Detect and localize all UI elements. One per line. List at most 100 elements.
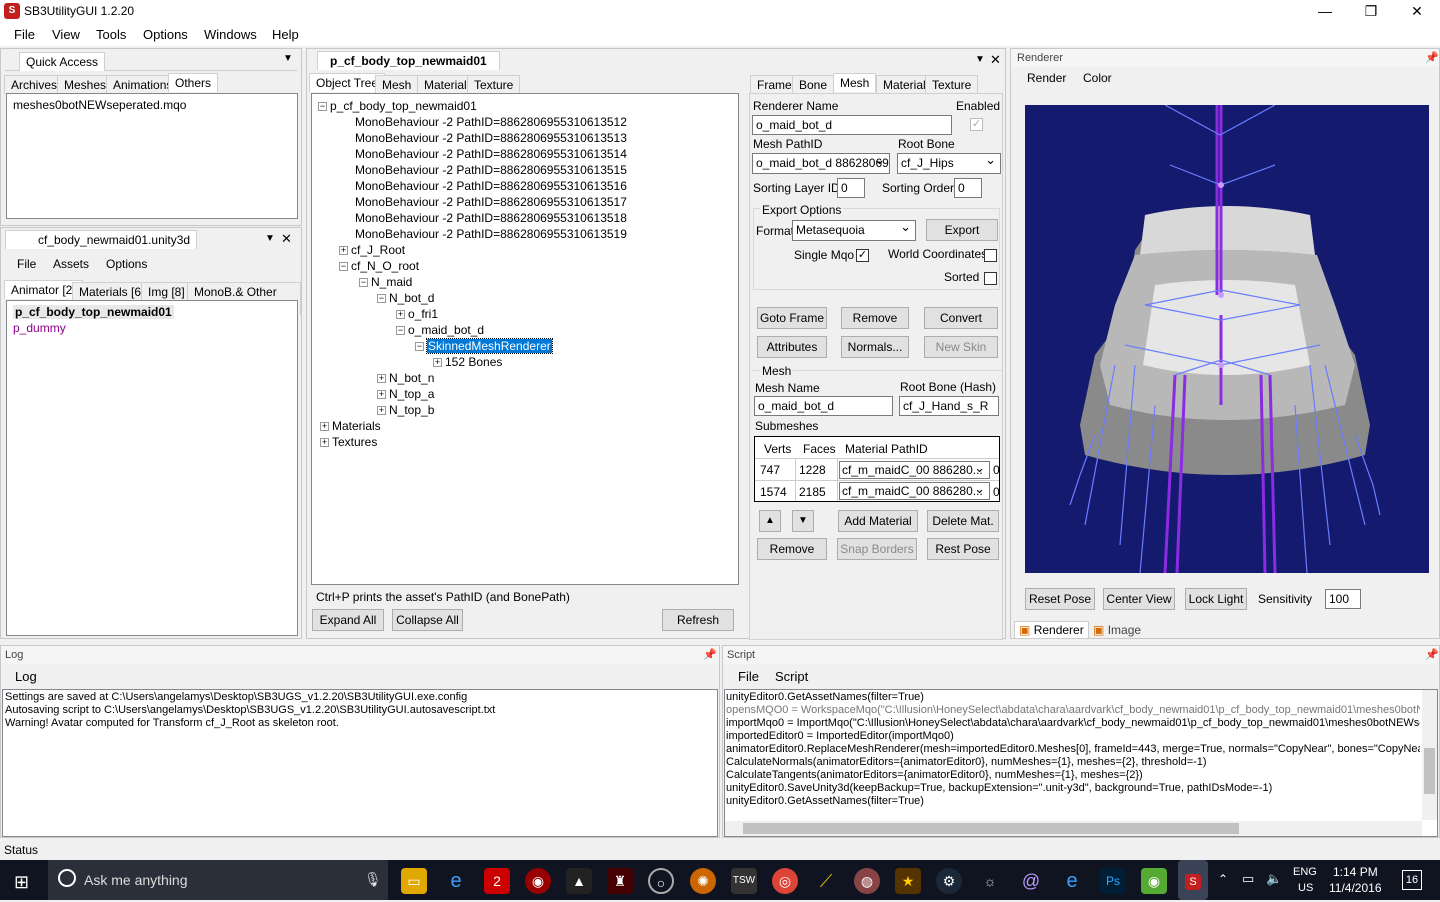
app-icon[interactable]: ◍ <box>854 868 880 894</box>
log-textbox[interactable]: Settings are saved at C:\Users\angelamys… <box>2 689 718 837</box>
renderer-name-field[interactable]: o_maid_bot_d <box>752 115 952 135</box>
horizontal-scrollbar[interactable] <box>725 821 1422 836</box>
menu-options[interactable]: Options <box>106 257 147 271</box>
tree-item[interactable]: MonoBehaviour -2 PathID=8862806955310613… <box>355 146 627 162</box>
format-select[interactable]: Metasequoia <box>792 220 916 241</box>
mesh-pathid-select[interactable]: o_maid_bot_d 88628069 <box>752 153 890 174</box>
quick-access-title[interactable]: Quick Access <box>19 52 106 71</box>
app-icon[interactable]: @ <box>1018 868 1044 894</box>
tree-item[interactable]: MonoBehaviour -2 PathID=8862806955310613… <box>355 210 627 226</box>
unity3d-title[interactable]: cf_body_newmaid01.unity3d <box>5 230 197 249</box>
menu-file[interactable]: File <box>17 257 36 271</box>
app-icon[interactable]: TSW <box>731 868 757 894</box>
steam-icon[interactable]: ⚙ <box>936 868 962 894</box>
tab-texture[interactable]: Texture <box>925 75 979 94</box>
tree-item-selected[interactable]: − SkinnedMeshRenderer <box>415 338 553 354</box>
dropdown-arrow-icon[interactable]: ▼ <box>975 54 985 65</box>
move-down-button[interactable]: ▼ <box>792 510 814 532</box>
menu-file[interactable]: File <box>14 27 35 42</box>
menu-file[interactable]: File <box>738 669 759 684</box>
app-icon[interactable]: ★ <box>895 868 921 894</box>
rest-pose-button[interactable]: Rest Pose <box>927 538 999 560</box>
tab-renderer[interactable]: ▣ Renderer <box>1014 621 1089 639</box>
edge-icon[interactable]: e <box>443 868 469 894</box>
mesh-name-field[interactable]: o_maid_bot_d <box>754 396 893 416</box>
ie-icon[interactable]: e <box>1059 868 1085 894</box>
start-windows-icon[interactable]: ⊞ <box>14 872 29 893</box>
tab-meshes[interactable]: Meshes <box>57 75 114 94</box>
network-icon[interactable]: ▭ <box>1242 871 1254 887</box>
language-code[interactable]: ENG <box>1293 866 1317 878</box>
tab-mesh[interactable]: Mesh <box>833 73 877 92</box>
tree-item[interactable]: + N_top_a <box>377 386 434 402</box>
notification-icon[interactable]: 16 <box>1402 870 1422 890</box>
add-material-button[interactable]: Add Material <box>838 510 918 532</box>
convert-button[interactable]: Convert <box>924 307 998 329</box>
dropdown-arrow-icon[interactable]: ▼ <box>283 53 293 64</box>
goto-frame-button[interactable]: Goto Frame <box>757 307 827 329</box>
file-explorer-icon[interactable]: ▭ <box>401 868 427 894</box>
sensitivity-stepper[interactable]: 100 <box>1325 589 1361 609</box>
menu-options[interactable]: Options <box>143 27 188 42</box>
menu-color[interactable]: Color <box>1083 71 1112 85</box>
close-icon[interactable]: ✕ <box>281 231 292 247</box>
menu-windows[interactable]: Windows <box>204 27 257 42</box>
tab-material[interactable]: Material <box>417 75 474 94</box>
list-item[interactable]: meshes0botNEWseperated.mqo <box>13 98 186 112</box>
tab-object-tree[interactable]: Object Tree <box>309 73 386 92</box>
menu-help[interactable]: Help <box>272 27 299 42</box>
tree-item[interactable]: − N_maid <box>359 274 412 290</box>
sorted-checkbox[interactable] <box>984 272 997 285</box>
delete-material-button[interactable]: Delete Mat. <box>927 510 999 532</box>
expand-all-button[interactable]: Expand All <box>312 609 384 631</box>
attributes-button[interactable]: Attributes <box>757 336 827 358</box>
tab-animator[interactable]: Animator [2] <box>4 280 83 299</box>
menu-script[interactable]: Script <box>775 669 808 684</box>
close-icon[interactable]: ✕ <box>990 52 1001 68</box>
close-button[interactable]: ✕ <box>1394 0 1440 22</box>
vertical-scrollbar[interactable] <box>1422 690 1437 820</box>
script-textbox[interactable]: unityEditor0.GetAssetNames(filter=True) … <box>724 689 1438 837</box>
sorting-order-field[interactable]: 0 <box>954 178 982 198</box>
tab-others[interactable]: Others <box>168 73 219 92</box>
center-view-button[interactable]: Center View <box>1103 588 1175 610</box>
tab-bone[interactable]: Bone <box>792 75 835 94</box>
tab-image[interactable]: ▣ Image <box>1089 622 1145 638</box>
menu-render[interactable]: Render <box>1027 71 1066 85</box>
app-icon[interactable]: ◉ <box>1141 868 1167 894</box>
list-item[interactable]: p_cf_body_top_newmaid01 <box>13 305 174 319</box>
remove-button[interactable]: Remove <box>841 307 909 329</box>
tree-item[interactable]: MonoBehaviour -2 PathID=8862806955310613… <box>355 178 627 194</box>
pin-icon[interactable]: 📌 <box>1425 51 1439 64</box>
single-mqo-checkbox[interactable]: ✓ <box>856 249 869 262</box>
tree-item[interactable]: − cf_N_O_root <box>339 258 419 274</box>
tree-item[interactable]: +152 Bones <box>433 354 502 370</box>
menu-assets[interactable]: Assets <box>53 257 89 271</box>
app-icon[interactable]: ✺ <box>690 868 716 894</box>
refresh-button[interactable]: Refresh <box>662 609 734 631</box>
tree-item[interactable]: − p_cf_body_top_newmaid01 <box>318 98 477 114</box>
clock-time[interactable]: 1:14 PM <box>1333 865 1378 879</box>
tree-item[interactable]: + N_top_b <box>377 402 434 418</box>
tree-item[interactable]: MonoBehaviour -2 PathID=8862806955310613… <box>355 130 627 146</box>
sorting-layer-field[interactable]: 0 <box>837 178 865 198</box>
tab-archives[interactable]: Archives <box>4 75 65 94</box>
chevron-up-icon[interactable]: ⌃ <box>1218 872 1228 886</box>
tree-item[interactable]: + cf_J_Root <box>339 242 405 258</box>
remove-submesh-button[interactable]: Remove <box>757 538 827 560</box>
tree-item[interactable]: + N_bot_n <box>377 370 434 386</box>
app-icon[interactable]: 2 <box>484 868 510 894</box>
search-box[interactable]: Ask me anything 🎙 <box>48 860 388 900</box>
tab-texture[interactable]: Texture <box>467 75 521 94</box>
3d-viewport[interactable] <box>1025 105 1429 573</box>
material-select[interactable]: cf_m_maidC_00 886280... <box>839 482 990 500</box>
tree-item[interactable]: + Textures <box>320 434 377 450</box>
snap-borders-button[interactable]: Snap Borders <box>837 538 917 560</box>
photoshop-icon[interactable]: Ps <box>1100 868 1126 894</box>
tab-mesh[interactable]: Mesh <box>375 75 419 94</box>
dropdown-arrow-icon[interactable]: ▼ <box>265 233 275 244</box>
editor-title[interactable]: p_cf_body_top_newmaid01 <box>317 51 500 70</box>
root-bone-select[interactable]: cf_J_Hips <box>897 153 1001 174</box>
menu-view[interactable]: View <box>52 27 80 42</box>
tree-item[interactable]: + o_fri1 <box>396 306 438 322</box>
